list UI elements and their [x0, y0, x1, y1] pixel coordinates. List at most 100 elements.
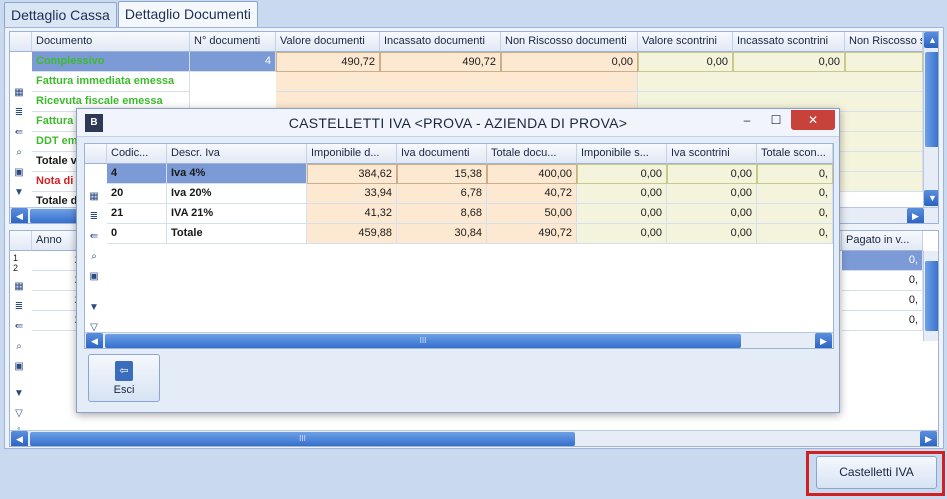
clear-filter-icon[interactable]: ▽ — [12, 406, 26, 420]
iva-iva-s[interactable]: 0,00 — [667, 184, 757, 204]
scroll-down-icon[interactable]: ▼ — [924, 190, 938, 206]
import-icon[interactable]: ⇚ — [87, 229, 101, 243]
scroll-up-icon[interactable]: ▲ — [924, 32, 938, 48]
scroll-left-icon[interactable]: ◀ — [11, 431, 28, 446]
col-non-riscosso-scontrini[interactable]: Non Riscosso so — [845, 32, 923, 52]
filter-icon[interactable]: ▼ — [12, 386, 26, 400]
col-iva-documenti[interactable]: Iva documenti — [397, 144, 487, 164]
iva-iva-s[interactable]: 0,00 — [667, 204, 757, 224]
search-icon[interactable]: ⌕ — [87, 249, 101, 263]
layout-icon[interactable]: ▣ — [87, 269, 101, 283]
row-fattura-immediata[interactable]: Fattura immediata emessa — [32, 72, 190, 92]
scroll-right-icon[interactable]: ▶ — [920, 431, 937, 446]
iva-totale-d[interactable]: 40,72 — [487, 184, 577, 204]
col-pagato[interactable]: Pagato in v... — [842, 231, 923, 251]
row-complessivo-non-riscosso[interactable]: 0,00 — [501, 52, 638, 72]
tab-dettaglio-cassa[interactable]: Dettaglio Cassa — [4, 2, 117, 27]
iva-imponibile-s[interactable]: 0,00 — [577, 164, 667, 184]
pagato-cell[interactable]: 0, — [842, 291, 923, 311]
iva-totale-s[interactable]: 0, — [757, 164, 833, 184]
row-complessivo-n[interactable]: 4 — [190, 52, 276, 72]
col-imponibile-scontrini[interactable]: Imponibile s... — [577, 144, 667, 164]
iva-iva-d[interactable]: 8,68 — [397, 204, 487, 224]
bottom-grid-hscroll-thumb[interactable]: III — [30, 432, 575, 446]
export-icon[interactable]: ▦ — [12, 279, 26, 293]
import-icon[interactable]: ⇚ — [12, 319, 26, 333]
search-icon[interactable]: ⌕ — [12, 145, 26, 159]
col-n-documenti[interactable]: N° documenti — [190, 32, 276, 52]
row-complessivo-label[interactable]: Complessivo — [32, 52, 190, 72]
iva-iva-d[interactable]: 30,84 — [397, 224, 487, 244]
iva-iva-s[interactable]: 0,00 — [667, 224, 757, 244]
iva-iva-d[interactable]: 6,78 — [397, 184, 487, 204]
col-iva-scontrini[interactable]: Iva scontrini — [667, 144, 757, 164]
scroll-left-icon[interactable]: ◀ — [86, 333, 103, 348]
iva-imponibile-s[interactable]: 0,00 — [577, 204, 667, 224]
pagato-cell[interactable]: 0, — [842, 251, 923, 271]
iva-codice[interactable]: 4 — [107, 164, 167, 184]
col-totale-scontrini[interactable]: Totale scon... — [757, 144, 833, 164]
iva-totale-d[interactable]: 400,00 — [487, 164, 577, 184]
iva-totale-s[interactable]: 0, — [757, 204, 833, 224]
scroll-right-icon[interactable]: ▶ — [907, 208, 924, 223]
col-valore-scontrini[interactable]: Valore scontrini — [638, 32, 733, 52]
iva-iva-d[interactable]: 15,38 — [397, 164, 487, 184]
col-non-riscosso-documenti[interactable]: Non Riscosso documenti — [501, 32, 638, 52]
scroll-right-icon[interactable]: ▶ — [815, 333, 832, 348]
iva-imponibile-d[interactable]: 459,88 — [307, 224, 397, 244]
iva-descr[interactable]: Iva 20% — [167, 184, 307, 204]
close-icon[interactable]: ✕ — [791, 110, 835, 130]
row-complessivo-incassato-s[interactable]: 0,00 — [733, 52, 845, 72]
iva-imponibile-s[interactable]: 0,00 — [577, 224, 667, 244]
filter-icon[interactable]: ▼ — [12, 185, 26, 199]
top-grid-vscroll-thumb[interactable] — [925, 52, 938, 147]
iva-imponibile-s[interactable]: 0,00 — [577, 184, 667, 204]
iva-descr[interactable]: IVA 21% — [167, 204, 307, 224]
search-icon[interactable]: ⌕ — [12, 339, 26, 353]
iva-descr[interactable]: Totale — [167, 224, 307, 244]
import-icon[interactable]: ⇚ — [12, 125, 26, 139]
col-documento[interactable]: Documento — [32, 32, 190, 52]
iva-totale-d[interactable]: 50,00 — [487, 204, 577, 224]
row-complessivo-valore[interactable]: 490,72 — [276, 52, 380, 72]
castelletti-hscroll[interactable]: ◀ III ▶ — [85, 332, 833, 348]
iva-codice[interactable]: 0 — [107, 224, 167, 244]
iva-codice[interactable]: 21 — [107, 204, 167, 224]
pagato-cell[interactable]: 0, — [842, 271, 923, 291]
iva-iva-s[interactable]: 0,00 — [667, 164, 757, 184]
iva-codice[interactable]: 20 — [107, 184, 167, 204]
tab-dettaglio-documenti[interactable]: Dettaglio Documenti — [117, 1, 258, 28]
iva-totale-s[interactable]: 0, — [757, 224, 833, 244]
bottom-grid-vscroll-thumb[interactable] — [925, 261, 938, 331]
col-imponibile-documenti[interactable]: Imponibile d... — [307, 144, 397, 164]
iva-totale-s[interactable]: 0, — [757, 184, 833, 204]
esci-button[interactable]: ⇦ Esci — [88, 354, 160, 402]
iva-totale-d[interactable]: 490,72 — [487, 224, 577, 244]
bottom-grid-vscroll[interactable] — [923, 251, 938, 341]
export-icon[interactable]: ▦ — [12, 85, 26, 99]
col-descr-iva[interactable]: Descr. Iva — [167, 144, 307, 164]
col-valore-documenti[interactable]: Valore documenti — [276, 32, 380, 52]
col-incassato-documenti[interactable]: Incassato documenti — [380, 32, 501, 52]
bottom-grid-hscroll[interactable]: ◀ III ▶ — [10, 430, 938, 446]
iva-imponibile-d[interactable]: 41,32 — [307, 204, 397, 224]
export-icon[interactable]: ▦ — [87, 189, 101, 203]
list-icon[interactable]: ≣ — [87, 209, 101, 223]
scroll-left-icon[interactable]: ◀ — [11, 208, 28, 223]
list-icon[interactable]: ≣ — [12, 299, 26, 313]
iva-descr[interactable]: Iva 4% — [167, 164, 307, 184]
col-totale-documenti[interactable]: Totale docu... — [487, 144, 577, 164]
col-codice[interactable]: Codic... — [107, 144, 167, 164]
filter-icon[interactable]: ▼ — [87, 300, 101, 314]
layout-icon[interactable]: ▣ — [12, 165, 26, 179]
row-complessivo-valore-s[interactable]: 0,00 — [638, 52, 733, 72]
layout-icon[interactable]: ▣ — [12, 359, 26, 373]
top-grid-vscroll[interactable]: ▲ ▼ — [923, 32, 938, 207]
row-complessivo-non-riscosso-s[interactable] — [845, 52, 923, 72]
col-incassato-scontrini[interactable]: Incassato scontrini — [733, 32, 845, 52]
iva-imponibile-d[interactable]: 384,62 — [307, 164, 397, 184]
iva-imponibile-d[interactable]: 33,94 — [307, 184, 397, 204]
list-icon[interactable]: ≣ — [12, 105, 26, 119]
minimize-icon[interactable]: – — [737, 110, 757, 130]
maximize-icon[interactable]: ☐ — [765, 110, 787, 130]
